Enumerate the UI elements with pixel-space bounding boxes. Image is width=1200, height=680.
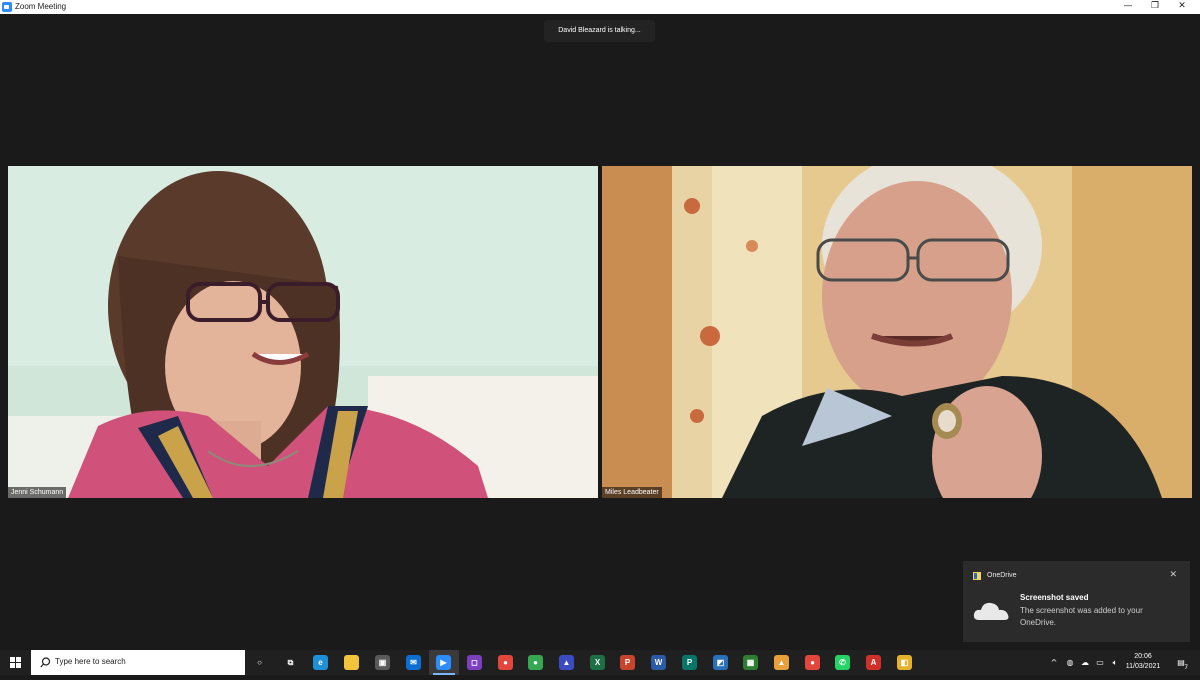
taskbar-app-button[interactable]: W [644, 650, 674, 675]
photos-icon: ▲ [774, 655, 789, 670]
taskbar-app-button[interactable]: ✉ [399, 650, 429, 675]
notification-count-badge: 7 [1184, 664, 1189, 671]
cortana-icon: ○ [252, 655, 267, 670]
active-speaker-banner: David Bleazard is talking... [544, 20, 655, 42]
participant-video-feed [602, 166, 1192, 498]
notification-heading: Screenshot saved [1020, 593, 1089, 602]
window-title: Zoom Meeting [15, 2, 67, 11]
store-icon: ▣ [375, 655, 390, 670]
close-button[interactable]: ✕ [1170, 0, 1194, 14]
task-view-icon: ⧉ [283, 655, 298, 670]
taskbar-app-button[interactable]: X [583, 650, 613, 675]
taskbar-app-button[interactable]: ◻ [460, 650, 490, 675]
publisher-icon: P [682, 655, 697, 670]
participant-video-tile[interactable]: Miles Leadbeater [602, 166, 1192, 498]
edge-icon: e [313, 655, 328, 670]
taskbar-app-button[interactable]: ● [521, 650, 551, 675]
taskbar-clock[interactable]: 20:06 11/03/2021 [1122, 652, 1164, 672]
clock-time: 20:06 [1134, 653, 1152, 660]
excel-icon: X [590, 655, 605, 670]
chrome-2-icon: ● [805, 655, 820, 670]
word-icon: W [651, 655, 666, 670]
chrome-icon: ● [498, 655, 513, 670]
file-explorer-icon [344, 655, 359, 670]
action-center-icon[interactable]: ▤ 7 [1170, 650, 1192, 675]
app-blue-icon: ◩ [713, 655, 728, 670]
zoom-app-icon [2, 2, 12, 12]
taskbar-app-button[interactable]: P [675, 650, 705, 675]
taskbar-app-button[interactable]: ◩ [706, 650, 736, 675]
search-placeholder: Type here to search [55, 657, 126, 666]
onedrive-notification[interactable]: OneDrive ✕ Screenshot saved The screensh… [963, 561, 1190, 642]
windows-start-icon[interactable] [0, 650, 31, 675]
restore-button[interactable]: ❐ [1143, 0, 1167, 14]
taskbar-app-button[interactable]: ▶ [429, 650, 459, 675]
clock-date: 11/03/2021 [1125, 663, 1161, 670]
taskbar-app-button[interactable]: ● [491, 650, 521, 675]
participant-name-label: Jenni Schumann [8, 487, 67, 498]
zoom-icon: ▶ [436, 655, 451, 670]
search-icon [40, 657, 51, 668]
taskbar-app-button[interactable]: ▲ [552, 650, 582, 675]
taskbar-app-button[interactable]: ● [798, 650, 828, 675]
tray-chevron-icon[interactable]: ^ [1047, 650, 1061, 675]
taskbar-app-button[interactable]: ▣ [368, 650, 398, 675]
app-purple-icon: ◻ [467, 655, 482, 670]
taskbar-app-button[interactable]: ✆ [828, 650, 858, 675]
cloud-icon [973, 602, 1009, 620]
powerpoint-icon: P [620, 655, 635, 670]
acrobat-icon: A [866, 655, 881, 670]
participant-video-tile[interactable]: Jenni Schumann [8, 166, 598, 498]
mail-icon: ✉ [406, 655, 421, 670]
vpn-icon: ▲ [559, 655, 574, 670]
taskbar-search-box[interactable]: Type here to search [31, 650, 245, 675]
notification-body: The screenshot was added to your OneDriv… [1020, 606, 1143, 627]
taskbar-app-button[interactable]: ○ [245, 650, 275, 675]
network-icon[interactable]: ▭ [1093, 650, 1107, 675]
notification-close-icon[interactable]: ✕ [1169, 570, 1177, 580]
tray-app-icon[interactable]: ◍ [1063, 650, 1077, 675]
chrome-canary-icon: ● [528, 655, 543, 670]
onedrive-app-icon [973, 572, 981, 580]
taskbar-app-button[interactable]: ▲ [767, 650, 797, 675]
participant-video-feed [8, 166, 598, 498]
minimize-button[interactable]: — [1116, 0, 1140, 14]
volume-icon[interactable]: 🔈︎ [1108, 650, 1122, 675]
window-titlebar: Zoom Meeting — ❐ ✕ [0, 0, 1200, 14]
onedrive-tray-icon[interactable]: ☁ [1078, 650, 1092, 675]
taskbar-app-button[interactable]: P [613, 650, 643, 675]
app-green-icon: ▦ [743, 655, 758, 670]
taskbar-app-button[interactable]: ◧ [890, 650, 920, 675]
windows-taskbar: Type here to search ○ ⧉ e ▣ ✉ ▶ ◻ ● ● ▲ X P W P ◩ ▦ ▲ ● ✆ A… [0, 650, 1200, 675]
notification-app-name: OneDrive [987, 572, 1017, 579]
taskbar-app-button[interactable]: e [306, 650, 336, 675]
whatsapp-icon: ✆ [835, 655, 850, 670]
taskbar-app-button[interactable] [337, 650, 367, 675]
taskbar-app-button[interactable]: ▦ [736, 650, 766, 675]
participant-name-label: Miles Leadbeater [602, 487, 662, 498]
taskbar-app-button[interactable]: ⧉ [276, 650, 306, 675]
app-yellow-icon: ◧ [897, 655, 912, 670]
taskbar-app-button[interactable]: A [859, 650, 889, 675]
